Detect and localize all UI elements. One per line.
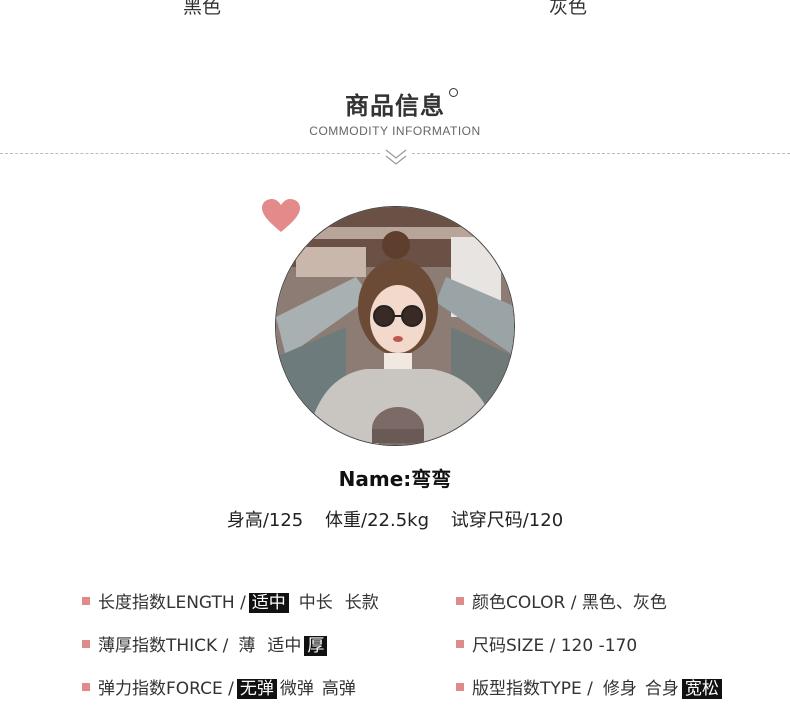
spec-thick-label: 薄厚指数THICK /	[98, 636, 229, 656]
bullet-icon	[456, 640, 464, 648]
divider-left	[0, 153, 380, 154]
heart-icon	[262, 199, 300, 232]
bullet-icon	[82, 683, 90, 691]
spec-force-label: 弹力指数FORCE /	[98, 679, 234, 699]
spec-color-text: 颜色COLOR / 黑色、灰色	[472, 593, 667, 613]
spec-thick-option-selected: 厚	[304, 636, 328, 656]
model-photo-illustration	[276, 207, 514, 445]
divider-right	[412, 153, 790, 154]
spec-force-option-selected: 无弹	[236, 679, 277, 699]
spec-type: 版型指数TYPE / 修身 合身 宽松	[456, 674, 722, 699]
model-name: Name:弯弯	[338, 467, 452, 491]
model-photo	[275, 206, 515, 446]
spec-size-text: 尺码SIZE / 120 -170	[472, 636, 638, 656]
spec-length-label: 长度指数LENGTH /	[98, 593, 246, 613]
spec-length: 长度指数LENGTH / 适中 中长 长款	[82, 588, 379, 613]
section-title-text: 商品信息	[345, 92, 445, 120]
spec-force-option: 高弹	[321, 679, 356, 699]
spec-thick: 薄厚指数THICK / 薄适中厚	[82, 631, 328, 656]
spec-color: 颜色COLOR / 黑色、灰色	[456, 588, 667, 613]
model-weight: 体重/22.5kg	[325, 510, 429, 531]
model-height: 身高/125	[226, 510, 304, 531]
spec-force: 弹力指数FORCE / 无弹 微弹 高弹	[82, 674, 356, 699]
bullet-icon	[456, 597, 464, 605]
spec-length-option: 长款	[344, 593, 379, 613]
model-stats: 身高/125 体重/22.5kg 试穿尺码/120	[0, 506, 790, 532]
section-subtitle: COMMODITY INFORMATION	[309, 124, 481, 138]
spec-thick-option: 适中	[267, 636, 302, 656]
spec-type-option: 修身	[602, 679, 637, 699]
chevron-down-icon	[385, 149, 407, 165]
section-title: 商品信息	[0, 86, 790, 121]
bullet-icon	[456, 683, 464, 691]
spec-thick-option: 薄	[238, 636, 256, 656]
spec-type-option: 合身	[644, 679, 679, 699]
bullet-icon	[82, 597, 90, 605]
color-label-black: 黑色	[183, 0, 222, 18]
color-label-gray: 灰色	[549, 0, 588, 18]
spec-length-option: 中长	[298, 593, 333, 613]
spec-length-option-selected: 适中	[248, 593, 289, 613]
model-size: 试穿尺码/120	[450, 510, 564, 531]
spec-size: 尺码SIZE / 120 -170	[456, 631, 637, 656]
spec-type-option-selected: 宽松	[681, 679, 722, 699]
bullet-icon	[82, 640, 90, 648]
spec-type-label: 版型指数TYPE /	[472, 679, 593, 699]
degree-circle-icon	[449, 88, 458, 97]
spec-force-option: 微弹	[279, 679, 314, 699]
